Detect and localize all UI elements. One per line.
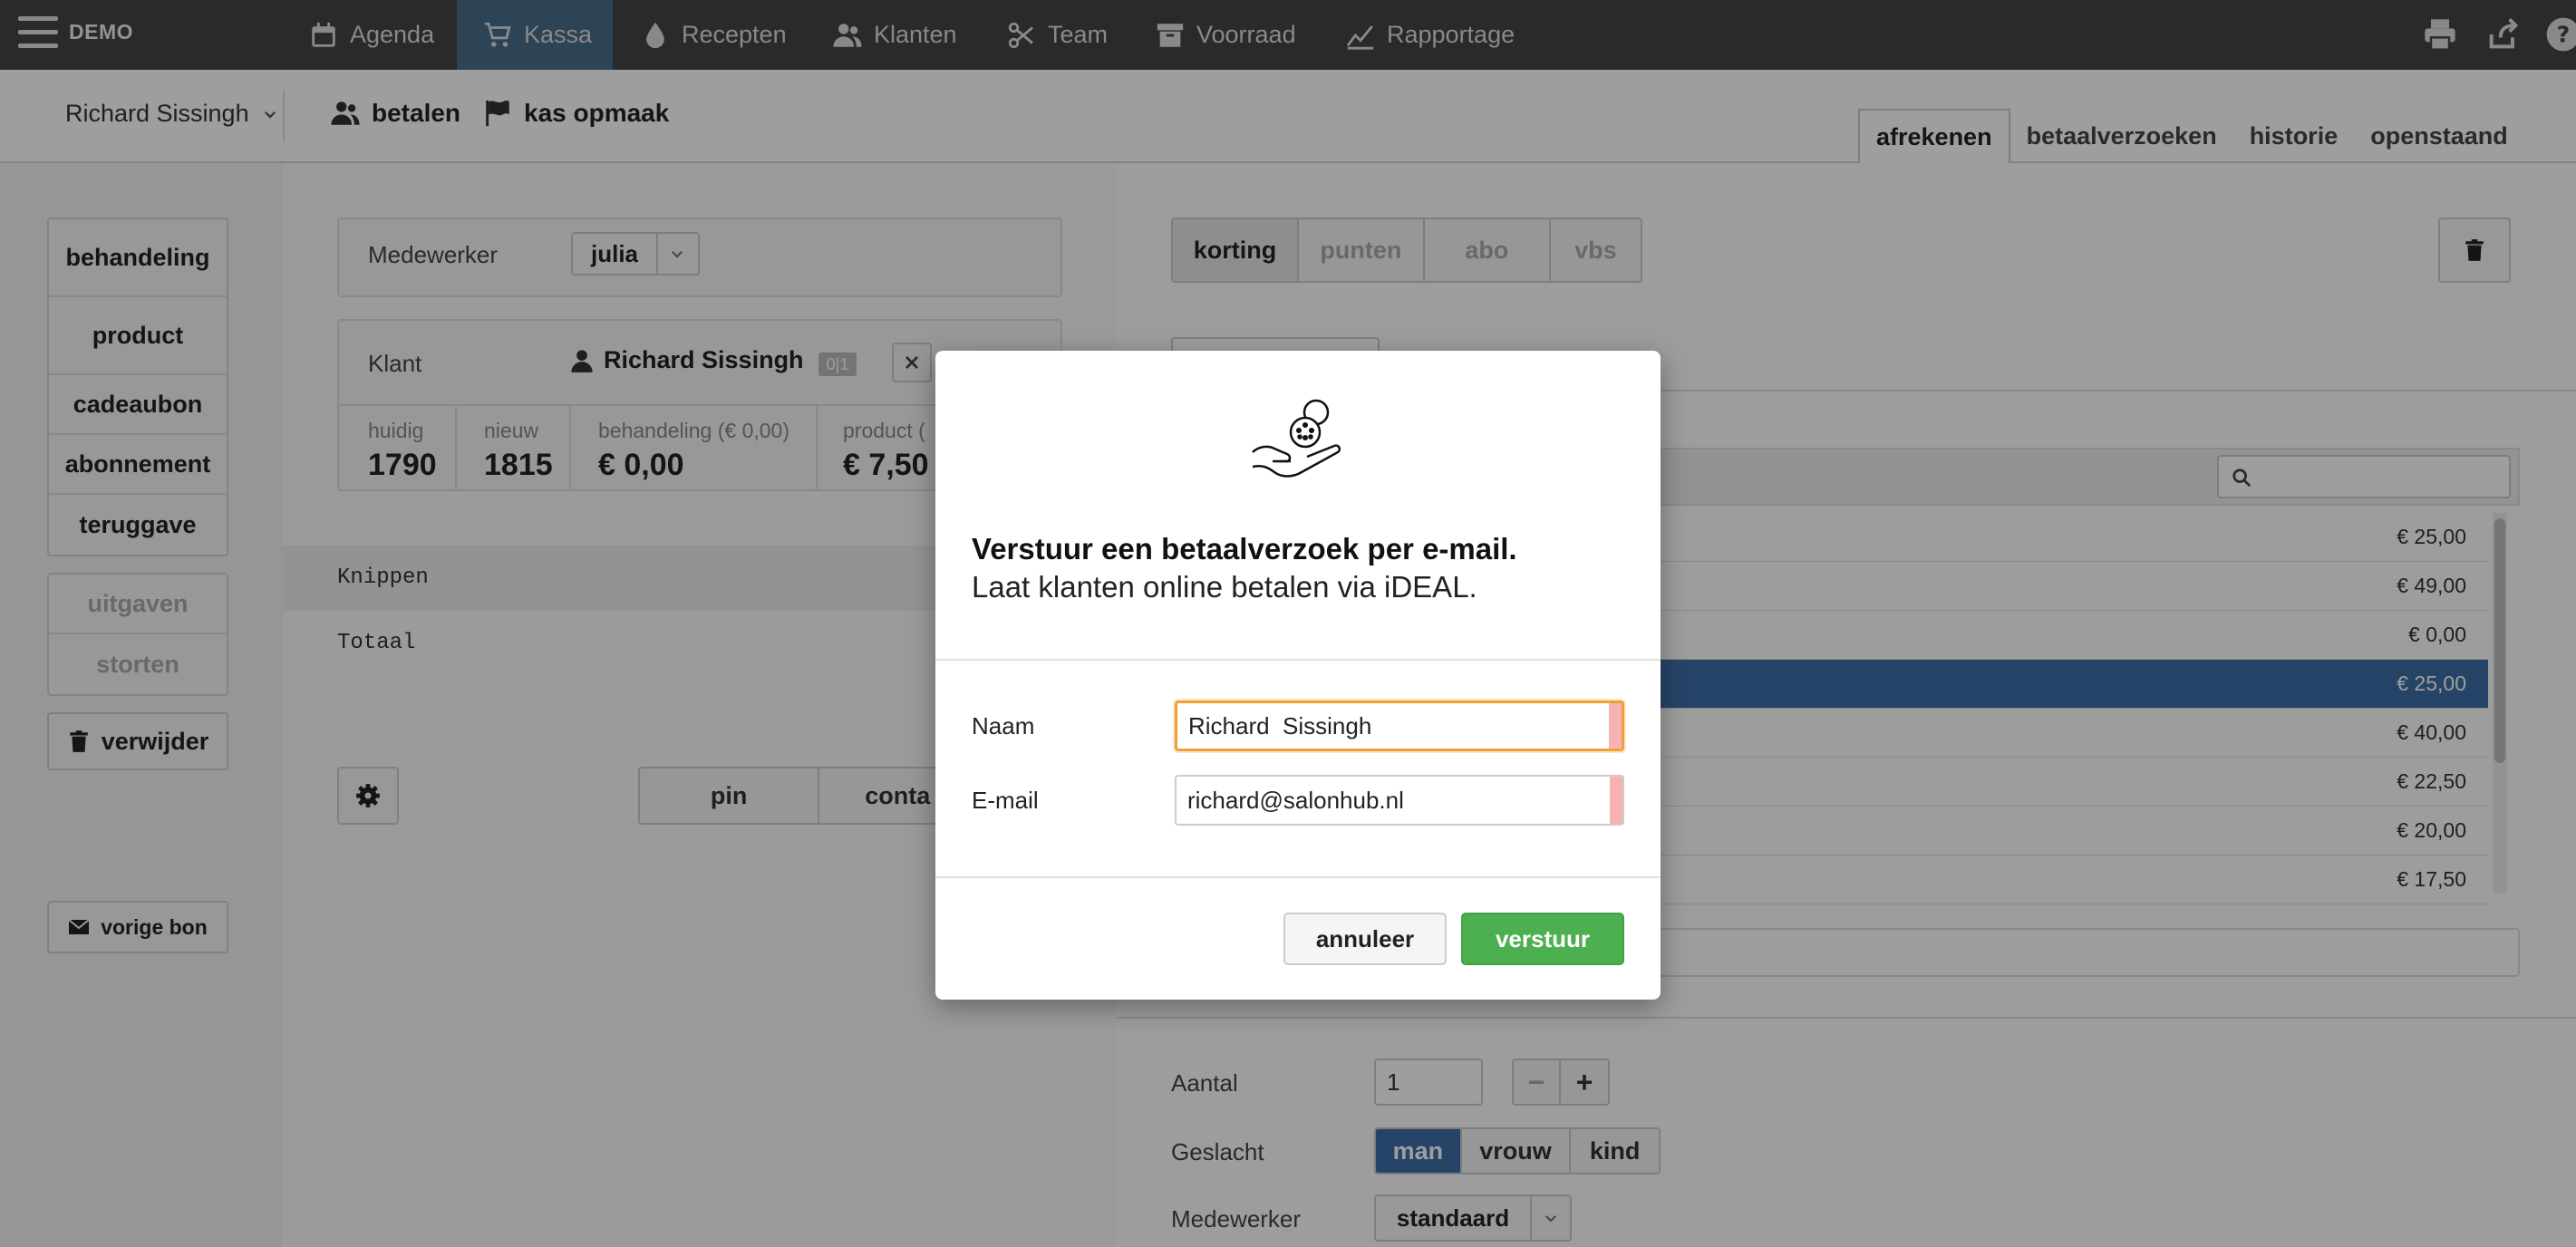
- send-button[interactable]: verstuur: [1461, 913, 1624, 965]
- hand-coins-icon: [1252, 399, 1341, 478]
- divider: [935, 659, 1661, 661]
- required-marker: [1610, 777, 1622, 824]
- cancel-button[interactable]: annuleer: [1283, 913, 1447, 965]
- email-value: richard@salonhub.nl: [1187, 786, 1404, 814]
- name-field[interactable]: Richard Sissingh: [1175, 701, 1624, 751]
- name-value: Richard Sissingh: [1188, 711, 1372, 740]
- email-label: E-mail: [972, 787, 1039, 814]
- required-marker: [1609, 703, 1622, 749]
- divider: [935, 876, 1661, 878]
- payment-request-dialog: Verstuur een betaalverzoek per e-mail. L…: [935, 351, 1661, 1000]
- dialog-subtitle: Laat klanten online betalen via iDEAL.: [972, 570, 1477, 604]
- name-label: Naam: [972, 712, 1035, 740]
- dialog-title: Verstuur een betaalverzoek per e-mail.: [972, 532, 1517, 566]
- email-field[interactable]: richard@salonhub.nl: [1175, 775, 1624, 826]
